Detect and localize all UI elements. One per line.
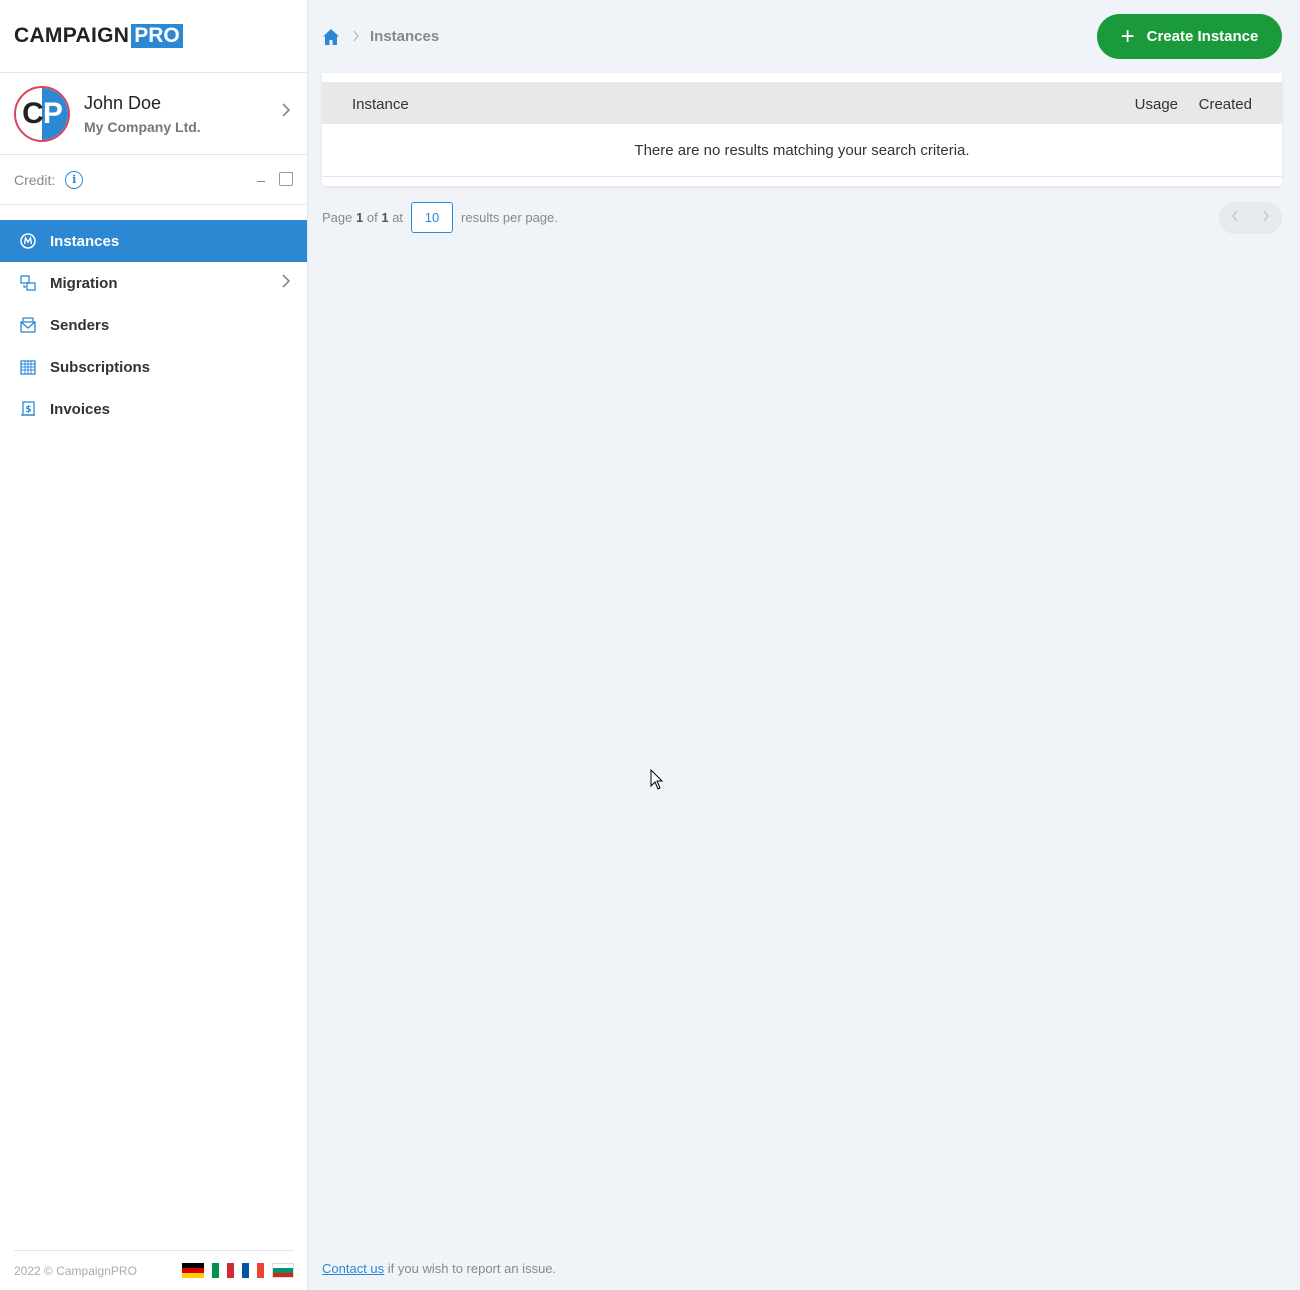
credit-row: Credit: i –	[0, 155, 307, 205]
create-instance-label: Create Instance	[1146, 28, 1259, 45]
empty-message: There are no results matching your searc…	[322, 124, 1282, 177]
pager-nav	[1219, 202, 1282, 234]
chevron-right-icon	[281, 274, 291, 292]
user-company: My Company Ltd.	[84, 118, 201, 135]
main-content: Instances + Create Instance Instance Usa…	[309, 0, 1300, 1290]
language-switcher	[182, 1263, 294, 1278]
sidebar-item-invoices[interactable]: $ Invoices	[0, 388, 307, 430]
column-header-created[interactable]: Created	[1199, 96, 1252, 113]
column-header-usage[interactable]: Usage	[1135, 96, 1178, 113]
instances-table: Instance Usage Created There are no resu…	[322, 73, 1282, 186]
instances-icon	[20, 233, 36, 249]
pagination: Page 1 of 1 at results per page.	[322, 202, 558, 233]
mouse-cursor-icon	[650, 768, 664, 796]
flag-bg-icon[interactable]	[272, 1263, 294, 1278]
sidebar-item-migration[interactable]: Migration	[0, 262, 307, 304]
footer-text: if you wish to report an issue.	[387, 1261, 557, 1276]
sidebar-footer: 2022 © CampaignPRO	[14, 1250, 294, 1290]
avatar-letter-c: C	[22, 96, 44, 130]
credit-label: Credit:	[14, 171, 56, 188]
sidebar-item-senders[interactable]: Senders	[0, 304, 307, 346]
info-icon[interactable]: i	[65, 170, 84, 189]
invoice-icon: $	[20, 401, 36, 417]
column-header-instance[interactable]: Instance	[352, 96, 409, 113]
chevron-right-icon	[281, 103, 291, 122]
chevron-right-icon[interactable]	[1262, 209, 1270, 227]
avatar-letter-p: P	[42, 96, 63, 130]
migration-icon	[20, 275, 36, 291]
sidebar: CAMPAIGN PRO CP John Doe My Company Ltd.…	[0, 0, 308, 1290]
avatar: CP	[14, 85, 70, 142]
topbar: Instances + Create Instance	[322, 14, 1282, 59]
create-instance-button[interactable]: + Create Instance	[1097, 14, 1282, 59]
credit-value: –	[257, 171, 265, 188]
flag-it-icon[interactable]	[212, 1263, 234, 1278]
table-header: Instance Usage Created	[322, 73, 1282, 124]
current-page: 1	[356, 210, 364, 225]
plus-icon: +	[1120, 22, 1135, 50]
flag-fr-icon[interactable]	[242, 1263, 264, 1278]
sidebar-item-label: Migration	[50, 274, 118, 292]
page-label: Page	[322, 210, 353, 225]
sidebar-item-label: Subscriptions	[50, 358, 151, 376]
contact-us-link[interactable]: Contact us	[322, 1261, 384, 1276]
at-label: at	[392, 210, 404, 225]
copyright: 2022 © CampaignPRO	[14, 1263, 137, 1278]
external-link-icon[interactable]	[279, 172, 293, 186]
total-pages: 1	[381, 210, 389, 225]
home-icon[interactable]	[322, 28, 340, 46]
user-profile[interactable]: CP John Doe My Company Ltd.	[0, 73, 307, 155]
sidebar-item-subscriptions[interactable]: Subscriptions	[0, 346, 307, 388]
sidebar-item-label: Senders	[50, 316, 110, 334]
logo[interactable]: CAMPAIGN PRO	[0, 0, 307, 73]
sidebar-item-instances[interactable]: Instances	[0, 220, 307, 262]
sidebar-item-label: Instances	[50, 232, 120, 250]
envelope-icon	[20, 317, 36, 333]
sidebar-nav: Instances Migration Senders Subscription…	[0, 220, 307, 430]
per-page-suffix: results per page.	[461, 210, 558, 225]
chevron-right-icon	[352, 29, 360, 45]
page-footer: Contact us if you wish to report an issu…	[322, 1261, 556, 1276]
chevron-left-icon[interactable]	[1231, 209, 1239, 227]
svg-text:$: $	[25, 405, 31, 415]
breadcrumb-current: Instances	[370, 28, 440, 45]
of-label: of	[366, 210, 378, 225]
calendar-icon	[20, 359, 36, 375]
logo-text-campaign: CAMPAIGN	[14, 24, 130, 47]
per-page-input[interactable]	[411, 202, 454, 233]
user-name: John Doe	[84, 92, 162, 113]
sidebar-item-label: Invoices	[50, 400, 111, 418]
logo-text-pro: PRO	[131, 24, 183, 48]
flag-de-icon[interactable]	[182, 1263, 204, 1278]
